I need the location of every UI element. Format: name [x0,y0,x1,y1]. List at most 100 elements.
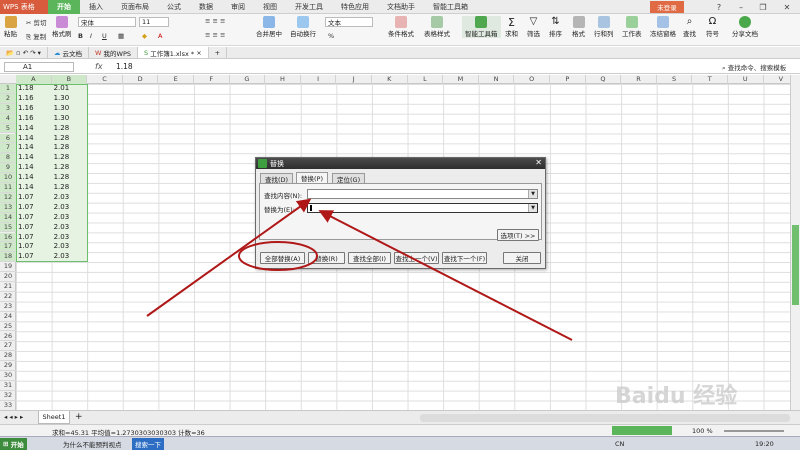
sheet-nav-arrows[interactable]: ◂ ◂ ▸ ▸ [4,413,23,421]
row-header[interactable]: 17 [0,242,16,253]
row-header[interactable]: 25 [0,322,16,332]
row-header[interactable]: 28 [0,351,16,362]
table-cell[interactable]: 2.03 [52,223,88,233]
tab-close-icon[interactable]: × [196,49,201,57]
sum-button[interactable]: Σ 求和 [505,16,518,38]
horizontal-scrollbar[interactable] [420,414,790,422]
formula-input[interactable]: 1.18 [116,62,133,71]
smart-toolbox-button[interactable]: 智能工具箱 [462,16,501,38]
row-header[interactable]: 24 [0,312,16,322]
row-header[interactable]: 11 [0,183,16,193]
font-color-icon[interactable]: A [158,32,162,40]
tab-replace[interactable]: 替换(P) [296,172,328,183]
row-header[interactable]: 8 [0,153,16,164]
column-header[interactable]: A [16,75,52,84]
table-cell[interactable]: 1.30 [52,94,88,104]
column-header[interactable]: M [443,75,479,84]
tab-formula[interactable]: 公式 [158,0,190,14]
column-header[interactable]: C [87,75,123,84]
column-header[interactable]: S [657,75,693,84]
table-cell[interactable]: 2.03 [52,242,88,252]
row-header[interactable]: 23 [0,302,16,312]
vertical-scroll-thumb[interactable] [792,225,799,305]
chevron-down-icon[interactable]: ▼ [528,190,537,198]
login-button[interactable]: 未登录 [650,1,684,13]
row-header[interactable]: 18 [0,252,16,263]
zoom-level[interactable]: 100 % [692,427,713,435]
table-cell[interactable]: 2.03 [52,233,88,243]
format-painter-button[interactable]: 格式刷 [52,16,72,38]
dialog-close-icon[interactable]: ✕ [535,158,542,167]
sheet-tab-sheet1[interactable]: Sheet1 [38,411,70,424]
cut-button[interactable]: ✂ 剪切 [26,17,47,27]
row-header[interactable]: 20 [0,272,16,282]
row-header[interactable]: 15 [0,222,16,233]
table-cell[interactable]: 1.07 [16,223,52,233]
input-lang[interactable]: CN [612,438,627,450]
table-cell[interactable]: 2.03 [52,193,88,203]
table-cell[interactable]: 1.30 [52,114,88,124]
tab-view[interactable]: 视图 [254,0,286,14]
merge-center-button[interactable]: 合并居中 [256,16,282,38]
taskbar-item-browser[interactable]: 为什么不能预判视点 [60,438,125,450]
row-header[interactable]: 29 [0,361,16,372]
fx-icon[interactable]: fx [95,62,103,71]
row-header[interactable]: 6 [0,133,16,144]
table-cell[interactable]: 1.18 [16,84,52,94]
zoom-slider[interactable] [724,430,784,432]
row-header[interactable]: 31 [0,381,16,391]
row-header[interactable]: 10 [0,173,16,183]
table-cell[interactable]: 1.14 [16,153,52,163]
tab-doc-assistant[interactable]: 文档助手 [378,0,424,14]
table-cell[interactable]: 1.14 [16,124,52,134]
number-format-select[interactable]: 文本 [325,17,373,27]
close-icon[interactable]: ✕ [776,0,798,14]
percent-button[interactable]: % [328,32,334,40]
table-cell[interactable]: 2.03 [52,213,88,223]
taskbar-search-button[interactable]: 搜索一下 [132,438,164,450]
doc-tab-workbook[interactable]: S 工作簿1.xlsx * × [138,47,209,58]
vertical-scrollbar[interactable] [790,75,800,410]
row-header[interactable]: 12 [0,192,16,203]
column-header[interactable]: I [301,75,337,84]
row-header[interactable]: 3 [0,103,16,114]
replace-all-button[interactable]: 全部替换(A) [260,252,305,264]
row-header[interactable]: 13 [0,202,16,213]
row-header[interactable]: 9 [0,163,16,174]
view-mode-buttons[interactable] [612,426,672,435]
column-header[interactable]: B [51,75,88,84]
row-header[interactable]: 27 [0,341,16,352]
add-sheet-button[interactable]: + [75,412,83,422]
filter-button[interactable]: ▽ 筛选 [527,16,540,38]
rows-cols-button[interactable]: 行和列 [594,16,614,38]
replace-button[interactable]: 替换(R) [308,252,345,264]
app-menu-button[interactable]: WPS 表格 [0,0,48,14]
table-cell[interactable]: 1.07 [16,193,52,203]
share-button[interactable]: 分享文档 [732,16,758,38]
table-cell[interactable]: 1.07 [16,213,52,223]
column-header[interactable]: K [372,75,408,84]
row-header[interactable]: 16 [0,232,16,243]
table-cell[interactable]: 2.03 [52,203,88,213]
table-cell[interactable]: 1.16 [16,114,52,124]
table-cell[interactable]: 1.14 [16,143,52,153]
new-tab-button[interactable]: + [209,47,228,58]
column-header[interactable]: G [230,75,266,84]
doc-tab-my-wps[interactable]: W 我的WPS [89,47,138,58]
copy-button[interactable]: ⎘ 复制 [26,31,46,42]
column-header[interactable]: O [514,75,550,84]
options-button[interactable]: 选项(T) >> [497,229,539,241]
row-header[interactable]: 26 [0,332,16,342]
column-header[interactable]: E [158,75,194,84]
minimize-icon[interactable]: – [730,0,752,14]
table-cell[interactable]: 1.07 [16,203,52,213]
column-header[interactable]: V [764,75,790,84]
table-cell[interactable]: 2.01 [52,84,88,94]
table-cell[interactable]: 1.16 [16,104,52,114]
tab-insert[interactable]: 插入 [80,0,112,14]
tab-start[interactable]: 开始 [48,0,80,14]
name-box[interactable]: A1 [4,62,74,72]
tab-data[interactable]: 数据 [190,0,222,14]
find-next-button[interactable]: 查找下一个(F) [442,252,487,264]
sort-button[interactable]: ⇅ 排序 [549,16,562,38]
